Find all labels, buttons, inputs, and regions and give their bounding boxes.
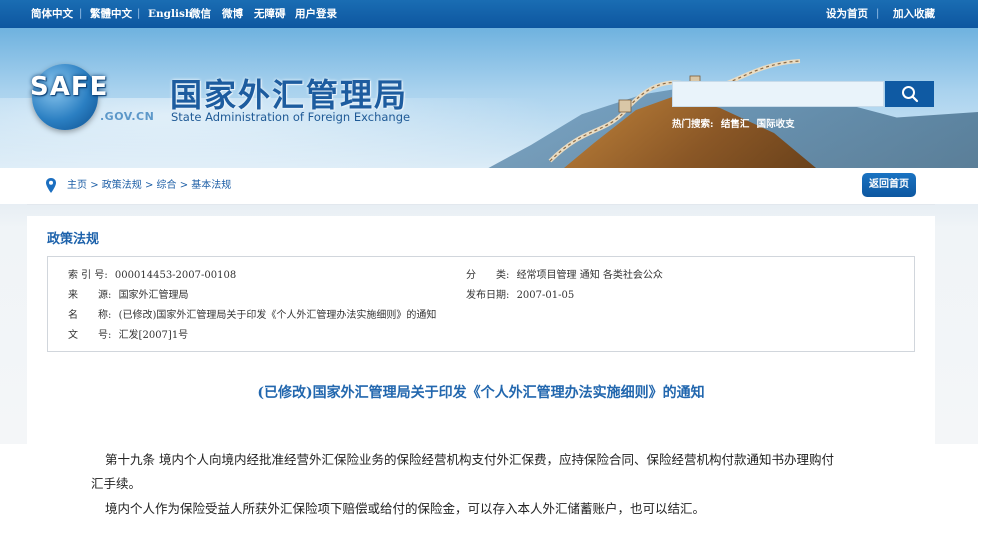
meta-label: 名 称: — [68, 310, 112, 321]
meta-category: 分 类: 经常项目管理 通知 各类社会公众 — [466, 269, 663, 282]
main-content: 政策法规 索 引 号: 000014453-2007-00108 分 类: 经常… — [27, 216, 935, 542]
meta-name: 名 称: (已修改)国家外汇管理局关于印发《个人外汇管理办法实施细则》的通知 — [68, 309, 436, 322]
logo-domain: .GOV.CN — [100, 110, 155, 123]
meta-label: 分 类: — [466, 270, 510, 281]
meta-value: 2007-01-05 — [516, 290, 575, 301]
back-home-button[interactable]: 返回首页 — [862, 173, 916, 197]
lang-simplified-link[interactable]: 简体中文 — [31, 7, 73, 21]
lang-traditional-link[interactable]: 繁體中文 — [90, 7, 132, 21]
meta-doc-number: 文 号: 汇发[2007]1号 — [68, 329, 188, 342]
weibo-link[interactable]: 微博 — [222, 7, 243, 21]
divider: | — [79, 8, 83, 19]
breadcrumb-separator: > — [144, 180, 154, 191]
safe-logo[interactable]: SAFE — [30, 72, 108, 102]
breadcrumb-basic-regulations[interactable]: 基本法规 — [191, 180, 231, 191]
document-meta-box: 索 引 号: 000014453-2007-00108 分 类: 经常项目管理 … — [47, 256, 915, 352]
hot-search: 热门搜索: 结售汇 国际收支 — [672, 116, 795, 130]
accessibility-link[interactable]: 无障碍 — [254, 7, 286, 21]
meta-label: 文 号: — [68, 330, 112, 341]
meta-date: 发布日期: 2007-01-05 — [466, 289, 574, 302]
meta-value: 国家外汇管理局 — [118, 290, 189, 301]
article-paragraph: 汇手续。 — [91, 476, 142, 491]
hot-term-link[interactable]: 国际收支 — [757, 119, 795, 130]
search-icon — [901, 86, 918, 103]
meta-value: (已修改)国家外汇管理局关于印发《个人外汇管理办法实施细则》的通知 — [118, 310, 437, 321]
meta-index: 索 引 号: 000014453-2007-00108 — [68, 269, 236, 282]
set-homepage-link[interactable]: 设为首页 — [826, 7, 868, 21]
divider: | — [876, 8, 880, 19]
breadcrumb-bar: 主页 > 政策法规 > 综合 > 基本法规 返回首页 — [27, 168, 935, 205]
breadcrumb-separator: > — [179, 180, 189, 191]
divider: | — [137, 8, 141, 19]
meta-value: 经常项目管理 通知 各类社会公众 — [516, 270, 663, 281]
meta-label: 来 源: — [68, 290, 112, 301]
breadcrumb-policy[interactable]: 政策法规 — [102, 180, 142, 191]
search-input[interactable] — [672, 81, 884, 107]
meta-value: 汇发[2007]1号 — [118, 330, 189, 341]
breadcrumb-general[interactable]: 综合 — [157, 180, 177, 191]
breadcrumb-home[interactable]: 主页 — [67, 180, 87, 191]
meta-source: 来 源: 国家外汇管理局 — [68, 289, 189, 302]
meta-value: 000014453-2007-00108 — [114, 270, 237, 281]
top-nav-bar: 简体中文 | 繁體中文 | English 微信 微博 无障碍 用户登录 设为首… — [0, 0, 978, 28]
document-title: (已修改)国家外汇管理局关于印发《个人外汇管理办法实施细则》的通知 — [257, 385, 705, 401]
hot-search-label: 热门搜索: — [672, 119, 714, 130]
search-button[interactable] — [885, 81, 934, 107]
breadcrumb-separator: > — [90, 180, 99, 191]
location-pin-icon — [46, 178, 56, 193]
article-paragraph: 境内个人作为保险受益人所获外汇保险项下赔偿或给付的保险金，可以存入本人外汇储蓄账… — [105, 501, 706, 516]
meta-label: 发布日期: — [466, 290, 510, 301]
add-favorite-link[interactable]: 加入收藏 — [893, 7, 935, 21]
site-subtitle: State Administration of Foreign Exchange — [171, 110, 411, 124]
great-wall-illustration — [548, 59, 801, 163]
wechat-link[interactable]: 微信 — [190, 7, 211, 21]
user-login-link[interactable]: 用户登录 — [295, 7, 337, 21]
meta-label: 索 引 号: — [68, 270, 108, 281]
section-title: 政策法规 — [47, 232, 100, 247]
lang-english-link[interactable]: English — [148, 7, 193, 21]
breadcrumb: 主页 > 政策法规 > 综合 > 基本法规 — [67, 179, 231, 192]
article-paragraph: 第十九条 境内个人向境内经批准经营外汇保险业务的保险经营机构支付外汇保费，应持保… — [105, 452, 834, 467]
hot-term-link[interactable]: 结售汇 — [721, 119, 750, 130]
